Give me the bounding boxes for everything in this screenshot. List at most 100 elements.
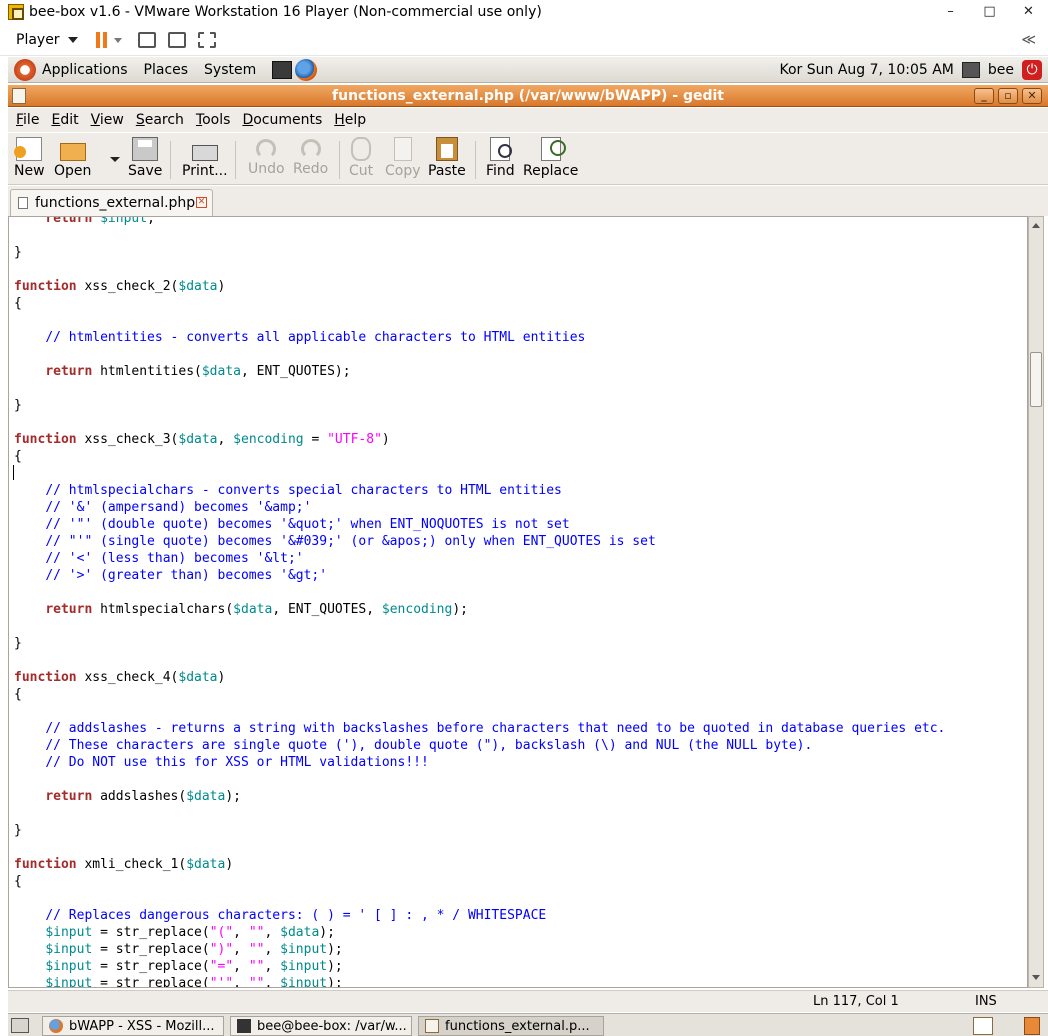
code-line[interactable]: function xss_check_2($data) bbox=[14, 278, 945, 295]
firefox-launcher-icon[interactable] bbox=[295, 58, 318, 81]
code-line[interactable]: } bbox=[14, 635, 945, 652]
code-line[interactable]: // '"' (double quote) becomes '&quot;' w… bbox=[14, 516, 945, 533]
code-line[interactable] bbox=[14, 312, 945, 329]
code-line[interactable] bbox=[14, 890, 945, 907]
menu-file[interactable]: File bbox=[16, 112, 39, 128]
scroll-down-arrow-icon[interactable] bbox=[1030, 971, 1042, 985]
power-icon[interactable]: ⏻ bbox=[1022, 59, 1042, 80]
code-line[interactable] bbox=[14, 261, 945, 278]
code-line[interactable]: // These characters are single quote (')… bbox=[14, 737, 945, 754]
gedit-maximize-button[interactable]: ▫ bbox=[998, 87, 1018, 104]
collapse-toolbar-icon[interactable]: ≪ bbox=[1021, 32, 1036, 48]
task-terminal[interactable]: bee@bee-box: /var/w... bbox=[230, 1016, 412, 1036]
maximize-button[interactable]: □ bbox=[970, 0, 1009, 22]
code-line[interactable] bbox=[14, 414, 945, 431]
panel-clock[interactable]: Kor Sun Aug 7, 10:05 AM bbox=[779, 62, 953, 78]
code-line[interactable]: return htmlspecialchars($data, ENT_QUOTE… bbox=[14, 601, 945, 618]
code-line[interactable]: } bbox=[14, 397, 945, 414]
code-line[interactable]: $input = str_replace("'", "", $input); bbox=[14, 975, 945, 987]
network-icon[interactable] bbox=[961, 61, 980, 78]
ubuntu-logo-icon[interactable] bbox=[14, 58, 36, 81]
code-text-area[interactable]: return $input;} function xss_check_2($dat… bbox=[14, 217, 945, 987]
panel-menu-places[interactable]: Places bbox=[144, 62, 189, 78]
code-line[interactable]: // '<' (less than) becomes '&lt;' bbox=[14, 550, 945, 567]
terminal-launcher-icon[interactable] bbox=[272, 60, 293, 79]
gedit-tray-icon[interactable] bbox=[973, 1017, 993, 1035]
copy-button[interactable]: Copy bbox=[385, 137, 421, 179]
code-line[interactable]: { bbox=[14, 448, 945, 465]
undo-button[interactable]: Undo bbox=[248, 137, 285, 177]
find-button[interactable]: Find bbox=[486, 137, 515, 179]
code-line[interactable]: // '>' (greater than) becomes '&gt;' bbox=[14, 567, 945, 584]
menu-view[interactable]: View bbox=[91, 112, 124, 128]
panel-user[interactable]: bee bbox=[988, 62, 1014, 78]
print-button[interactable]: Print... bbox=[182, 137, 228, 179]
code-line[interactable]: // "'" (single quote) becomes '&#039;' (… bbox=[14, 533, 945, 550]
gedit-app-icon[interactable] bbox=[12, 87, 26, 104]
replace-button[interactable]: Replace bbox=[523, 137, 578, 179]
code-line[interactable]: } bbox=[14, 244, 945, 261]
menu-search[interactable]: Search bbox=[136, 112, 184, 128]
code-line[interactable]: return $input; bbox=[14, 217, 945, 227]
code-line[interactable]: return addslashes($data); bbox=[14, 788, 945, 805]
menu-tools[interactable]: Tools bbox=[196, 112, 231, 128]
code-line[interactable] bbox=[14, 380, 945, 397]
menu-documents[interactable]: Documents bbox=[242, 112, 322, 128]
close-button[interactable]: ✕ bbox=[1009, 0, 1048, 22]
menu-help[interactable]: Help bbox=[334, 112, 366, 128]
code-line[interactable]: // htmlentities - converts all applicabl… bbox=[14, 329, 945, 346]
code-line[interactable]: // htmlspecialchars - converts special c… bbox=[14, 482, 945, 499]
code-line[interactable] bbox=[14, 839, 945, 856]
save-button[interactable]: Save bbox=[128, 137, 162, 179]
code-line[interactable]: $input = str_replace("=", "", $input); bbox=[14, 958, 945, 975]
code-line[interactable] bbox=[14, 652, 945, 669]
new-button[interactable]: New bbox=[14, 137, 45, 179]
code-line[interactable] bbox=[14, 805, 945, 822]
code-line[interactable]: $input = str_replace(")", "", $input); bbox=[14, 941, 945, 958]
vertical-scrollbar[interactable] bbox=[1028, 216, 1044, 988]
code-line[interactable] bbox=[14, 771, 945, 788]
scroll-up-arrow-icon[interactable] bbox=[1030, 219, 1042, 233]
tab-close-icon[interactable]: ✕ bbox=[196, 197, 207, 208]
show-desktop-icon[interactable] bbox=[11, 1018, 29, 1033]
code-line[interactable]: // Do NOT use this for XSS or HTML valid… bbox=[14, 754, 945, 771]
code-line[interactable]: // '&' (ampersand) becomes '&amp;' bbox=[14, 499, 945, 516]
panel-menu-system[interactable]: System bbox=[204, 62, 256, 78]
cut-button[interactable]: Cut bbox=[349, 137, 373, 179]
code-editor[interactable]: return $input;} function xss_check_2($dat… bbox=[8, 216, 1028, 988]
code-line[interactable]: // addslashes - returns a string with ba… bbox=[14, 720, 945, 737]
tab-functions-external[interactable]: functions_external.php ✕ bbox=[10, 189, 213, 216]
code-line[interactable]: { bbox=[14, 873, 945, 890]
pause-vm-button[interactable] bbox=[95, 32, 107, 48]
trash-icon[interactable] bbox=[1024, 1017, 1040, 1035]
gedit-close-button[interactable]: ✕ bbox=[1022, 87, 1042, 104]
code-line[interactable] bbox=[14, 465, 945, 482]
code-line[interactable] bbox=[14, 227, 945, 244]
code-line[interactable]: function xmli_check_1($data) bbox=[14, 856, 945, 873]
scrollbar-thumb[interactable] bbox=[1030, 352, 1042, 407]
task-gedit[interactable]: functions_external.p... bbox=[418, 1016, 604, 1036]
code-line[interactable]: } bbox=[14, 822, 945, 839]
code-line[interactable]: function xss_check_3($data, $encoding = … bbox=[14, 431, 945, 448]
paste-button[interactable]: Paste bbox=[428, 137, 466, 179]
task-firefox[interactable]: bWAPP - XSS - Mozill... bbox=[42, 1016, 224, 1036]
code-line[interactable]: // Replaces dangerous characters: ( ) = … bbox=[14, 907, 945, 924]
minimize-button[interactable]: – bbox=[931, 0, 970, 22]
open-recent-chevron-icon[interactable] bbox=[110, 157, 120, 162]
redo-button[interactable]: Redo bbox=[293, 137, 328, 177]
send-ctrl-alt-del-icon[interactable] bbox=[137, 32, 156, 48]
code-line[interactable] bbox=[14, 346, 945, 363]
code-line[interactable]: { bbox=[14, 686, 945, 703]
player-menu[interactable]: Player bbox=[16, 32, 78, 48]
code-line[interactable]: function xss_check_4($data) bbox=[14, 669, 945, 686]
menu-edit[interactable]: Edit bbox=[51, 112, 78, 128]
code-line[interactable] bbox=[14, 703, 945, 720]
pause-options-chevron-icon[interactable] bbox=[113, 37, 122, 43]
code-line[interactable]: $input = str_replace("(", "", $data); bbox=[14, 924, 945, 941]
code-line[interactable] bbox=[14, 584, 945, 601]
panel-menu-applications[interactable]: Applications bbox=[42, 62, 128, 78]
unity-icon[interactable] bbox=[197, 32, 216, 48]
gedit-minimize-button[interactable]: _ bbox=[974, 87, 994, 104]
code-line[interactable] bbox=[14, 618, 945, 635]
code-line[interactable]: return htmlentities($data, ENT_QUOTES); bbox=[14, 363, 945, 380]
